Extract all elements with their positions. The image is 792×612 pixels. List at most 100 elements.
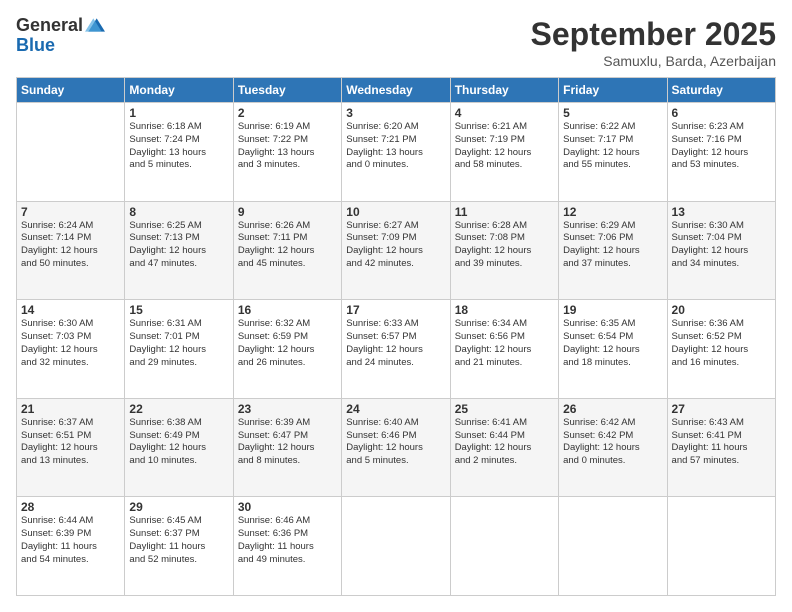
day-info: Sunrise: 6:36 AM Sunset: 6:52 PM Dayligh… (672, 318, 771, 369)
day-number: 19 (563, 303, 662, 317)
day-cell: 5Sunrise: 6:22 AM Sunset: 7:17 PM Daylig… (559, 103, 667, 202)
day-cell: 19Sunrise: 6:35 AM Sunset: 6:54 PM Dayli… (559, 300, 667, 399)
logo: General Blue (16, 16, 105, 56)
day-number: 12 (563, 205, 662, 219)
day-cell: 11Sunrise: 6:28 AM Sunset: 7:08 PM Dayli… (450, 201, 558, 300)
day-info: Sunrise: 6:44 AM Sunset: 6:39 PM Dayligh… (21, 515, 120, 566)
day-number: 30 (238, 500, 337, 514)
calendar: SundayMondayTuesdayWednesdayThursdayFrid… (16, 77, 776, 596)
weekday-header-thursday: Thursday (450, 78, 558, 103)
day-number: 3 (346, 106, 445, 120)
day-info: Sunrise: 6:30 AM Sunset: 7:03 PM Dayligh… (21, 318, 120, 369)
day-cell: 10Sunrise: 6:27 AM Sunset: 7:09 PM Dayli… (342, 201, 450, 300)
day-number: 10 (346, 205, 445, 219)
page: General Blue September 2025 Samuxlu, Bar… (0, 0, 792, 612)
day-cell (559, 497, 667, 596)
day-info: Sunrise: 6:25 AM Sunset: 7:13 PM Dayligh… (129, 220, 228, 271)
month-title: September 2025 (531, 16, 776, 53)
day-info: Sunrise: 6:37 AM Sunset: 6:51 PM Dayligh… (21, 417, 120, 468)
day-info: Sunrise: 6:23 AM Sunset: 7:16 PM Dayligh… (672, 121, 771, 172)
day-number: 18 (455, 303, 554, 317)
day-info: Sunrise: 6:21 AM Sunset: 7:19 PM Dayligh… (455, 121, 554, 172)
day-cell: 14Sunrise: 6:30 AM Sunset: 7:03 PM Dayli… (17, 300, 125, 399)
day-info: Sunrise: 6:33 AM Sunset: 6:57 PM Dayligh… (346, 318, 445, 369)
day-number: 5 (563, 106, 662, 120)
day-cell: 16Sunrise: 6:32 AM Sunset: 6:59 PM Dayli… (233, 300, 341, 399)
day-cell: 7Sunrise: 6:24 AM Sunset: 7:14 PM Daylig… (17, 201, 125, 300)
day-cell: 25Sunrise: 6:41 AM Sunset: 6:44 PM Dayli… (450, 398, 558, 497)
day-info: Sunrise: 6:26 AM Sunset: 7:11 PM Dayligh… (238, 220, 337, 271)
day-number: 2 (238, 106, 337, 120)
weekday-header-row: SundayMondayTuesdayWednesdayThursdayFrid… (17, 78, 776, 103)
day-cell (342, 497, 450, 596)
day-info: Sunrise: 6:39 AM Sunset: 6:47 PM Dayligh… (238, 417, 337, 468)
day-cell: 1Sunrise: 6:18 AM Sunset: 7:24 PM Daylig… (125, 103, 233, 202)
day-cell (667, 497, 775, 596)
day-cell: 26Sunrise: 6:42 AM Sunset: 6:42 PM Dayli… (559, 398, 667, 497)
day-number: 9 (238, 205, 337, 219)
day-info: Sunrise: 6:18 AM Sunset: 7:24 PM Dayligh… (129, 121, 228, 172)
day-number: 17 (346, 303, 445, 317)
day-cell: 8Sunrise: 6:25 AM Sunset: 7:13 PM Daylig… (125, 201, 233, 300)
day-cell: 29Sunrise: 6:45 AM Sunset: 6:37 PM Dayli… (125, 497, 233, 596)
day-cell: 15Sunrise: 6:31 AM Sunset: 7:01 PM Dayli… (125, 300, 233, 399)
title-block: September 2025 Samuxlu, Barda, Azerbaija… (531, 16, 776, 69)
day-number: 1 (129, 106, 228, 120)
weekday-header-wednesday: Wednesday (342, 78, 450, 103)
day-cell: 13Sunrise: 6:30 AM Sunset: 7:04 PM Dayli… (667, 201, 775, 300)
day-number: 4 (455, 106, 554, 120)
day-number: 23 (238, 402, 337, 416)
day-cell: 18Sunrise: 6:34 AM Sunset: 6:56 PM Dayli… (450, 300, 558, 399)
day-number: 28 (21, 500, 120, 514)
day-cell: 2Sunrise: 6:19 AM Sunset: 7:22 PM Daylig… (233, 103, 341, 202)
day-cell: 21Sunrise: 6:37 AM Sunset: 6:51 PM Dayli… (17, 398, 125, 497)
weekday-header-friday: Friday (559, 78, 667, 103)
day-number: 20 (672, 303, 771, 317)
location: Samuxlu, Barda, Azerbaijan (531, 53, 776, 69)
day-info: Sunrise: 6:31 AM Sunset: 7:01 PM Dayligh… (129, 318, 228, 369)
logo-text: General Blue (16, 16, 105, 56)
day-number: 29 (129, 500, 228, 514)
day-cell: 3Sunrise: 6:20 AM Sunset: 7:21 PM Daylig… (342, 103, 450, 202)
logo-icon (85, 15, 105, 35)
day-info: Sunrise: 6:40 AM Sunset: 6:46 PM Dayligh… (346, 417, 445, 468)
day-cell (450, 497, 558, 596)
day-cell: 17Sunrise: 6:33 AM Sunset: 6:57 PM Dayli… (342, 300, 450, 399)
day-info: Sunrise: 6:19 AM Sunset: 7:22 PM Dayligh… (238, 121, 337, 172)
week-row-5: 28Sunrise: 6:44 AM Sunset: 6:39 PM Dayli… (17, 497, 776, 596)
day-info: Sunrise: 6:28 AM Sunset: 7:08 PM Dayligh… (455, 220, 554, 271)
day-info: Sunrise: 6:34 AM Sunset: 6:56 PM Dayligh… (455, 318, 554, 369)
day-cell: 6Sunrise: 6:23 AM Sunset: 7:16 PM Daylig… (667, 103, 775, 202)
day-cell: 28Sunrise: 6:44 AM Sunset: 6:39 PM Dayli… (17, 497, 125, 596)
week-row-1: 1Sunrise: 6:18 AM Sunset: 7:24 PM Daylig… (17, 103, 776, 202)
day-number: 15 (129, 303, 228, 317)
day-cell: 24Sunrise: 6:40 AM Sunset: 6:46 PM Dayli… (342, 398, 450, 497)
day-info: Sunrise: 6:32 AM Sunset: 6:59 PM Dayligh… (238, 318, 337, 369)
day-info: Sunrise: 6:38 AM Sunset: 6:49 PM Dayligh… (129, 417, 228, 468)
day-number: 6 (672, 106, 771, 120)
weekday-header-sunday: Sunday (17, 78, 125, 103)
weekday-header-monday: Monday (125, 78, 233, 103)
day-number: 8 (129, 205, 228, 219)
day-cell: 30Sunrise: 6:46 AM Sunset: 6:36 PM Dayli… (233, 497, 341, 596)
day-cell: 27Sunrise: 6:43 AM Sunset: 6:41 PM Dayli… (667, 398, 775, 497)
day-info: Sunrise: 6:29 AM Sunset: 7:06 PM Dayligh… (563, 220, 662, 271)
day-info: Sunrise: 6:42 AM Sunset: 6:42 PM Dayligh… (563, 417, 662, 468)
day-cell: 23Sunrise: 6:39 AM Sunset: 6:47 PM Dayli… (233, 398, 341, 497)
day-cell: 4Sunrise: 6:21 AM Sunset: 7:19 PM Daylig… (450, 103, 558, 202)
day-info: Sunrise: 6:46 AM Sunset: 6:36 PM Dayligh… (238, 515, 337, 566)
day-number: 21 (21, 402, 120, 416)
day-info: Sunrise: 6:45 AM Sunset: 6:37 PM Dayligh… (129, 515, 228, 566)
week-row-2: 7Sunrise: 6:24 AM Sunset: 7:14 PM Daylig… (17, 201, 776, 300)
week-row-3: 14Sunrise: 6:30 AM Sunset: 7:03 PM Dayli… (17, 300, 776, 399)
day-info: Sunrise: 6:24 AM Sunset: 7:14 PM Dayligh… (21, 220, 120, 271)
day-cell: 12Sunrise: 6:29 AM Sunset: 7:06 PM Dayli… (559, 201, 667, 300)
day-cell: 22Sunrise: 6:38 AM Sunset: 6:49 PM Dayli… (125, 398, 233, 497)
logo-general: General (16, 16, 83, 36)
day-info: Sunrise: 6:41 AM Sunset: 6:44 PM Dayligh… (455, 417, 554, 468)
day-cell: 20Sunrise: 6:36 AM Sunset: 6:52 PM Dayli… (667, 300, 775, 399)
day-info: Sunrise: 6:43 AM Sunset: 6:41 PM Dayligh… (672, 417, 771, 468)
day-number: 14 (21, 303, 120, 317)
day-number: 26 (563, 402, 662, 416)
day-cell: 9Sunrise: 6:26 AM Sunset: 7:11 PM Daylig… (233, 201, 341, 300)
